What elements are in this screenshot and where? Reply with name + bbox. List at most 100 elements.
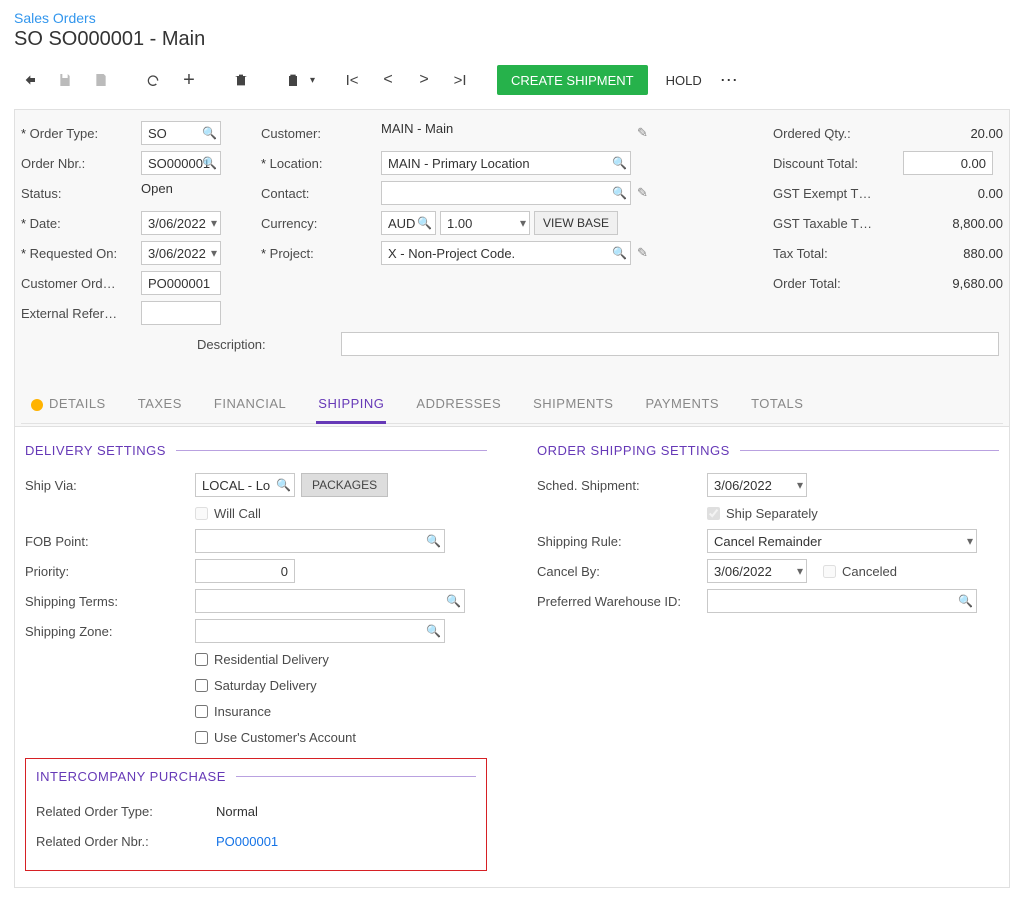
back-icon[interactable] (14, 66, 44, 94)
lookup-icon[interactable]: 🔍 (612, 246, 627, 260)
sched-ship-label: Sched. Shipment: (537, 478, 707, 493)
tab-addresses[interactable]: ADDRESSES (414, 386, 503, 423)
currency-rate-input[interactable] (440, 211, 530, 235)
lookup-icon[interactable]: 🔍 (958, 594, 973, 608)
caret-down-icon[interactable]: ▾ (520, 216, 526, 230)
lookup-icon[interactable]: 🔍 (426, 534, 441, 548)
priority-input[interactable] (195, 559, 295, 583)
edit-project-icon[interactable]: ✎ (631, 245, 654, 261)
tab-totals[interactable]: TOTALS (749, 386, 805, 423)
lookup-icon[interactable]: 🔍 (202, 156, 217, 170)
edit-contact-icon[interactable]: ✎ (631, 185, 654, 201)
more-actions[interactable]: ⋯ (720, 70, 740, 91)
fob-input[interactable] (195, 529, 445, 553)
order-type-label: Order Type: (21, 126, 141, 141)
related-nbr-link[interactable]: PO000001 (216, 834, 278, 849)
view-base-button[interactable]: VIEW BASE (534, 211, 618, 235)
tax-total-label: Tax Total: (773, 246, 903, 261)
hold-button[interactable]: HOLD (654, 65, 714, 95)
related-type-value: Normal (216, 804, 258, 819)
insurance-checkbox[interactable] (195, 705, 208, 718)
customer-label: Customer: (261, 126, 381, 141)
lookup-icon[interactable]: 🔍 (612, 156, 627, 170)
customer-ord-input[interactable] (141, 271, 221, 295)
delete-icon[interactable] (226, 66, 256, 94)
breadcrumb[interactable]: Sales Orders (14, 10, 1010, 26)
create-shipment-button[interactable]: CREATE SHIPMENT (497, 65, 648, 95)
order-nbr-label: Order Nbr.: (21, 156, 141, 171)
lookup-icon[interactable]: 🔍 (202, 126, 217, 140)
discount-total-label: Discount Total: (773, 156, 903, 171)
lookup-icon[interactable]: 🔍 (446, 594, 461, 608)
requested-on-label: Requested On: (21, 246, 141, 261)
contact-input[interactable] (381, 181, 631, 205)
lookup-icon[interactable]: 🔍 (276, 478, 291, 492)
prev-icon[interactable]: < (373, 66, 403, 94)
status-value: Open (141, 181, 179, 205)
clipboard-icon[interactable] (278, 66, 308, 94)
pref-wh-label: Preferred Warehouse ID: (537, 594, 707, 609)
ship-rule-input[interactable] (707, 529, 977, 553)
use-acct-checkbox[interactable] (195, 731, 208, 744)
saturday-checkbox[interactable] (195, 679, 208, 692)
saturday-label: Saturday Delivery (214, 678, 317, 693)
tab-details[interactable]: DETAILS (29, 386, 108, 423)
will-call-label: Will Call (214, 506, 261, 521)
cancel-by-input[interactable] (707, 559, 807, 583)
residential-label: Residential Delivery (214, 652, 329, 667)
lookup-icon[interactable]: 🔍 (612, 186, 627, 200)
edit-customer-icon[interactable]: ✎ (631, 125, 654, 141)
external-ref-input[interactable] (141, 301, 221, 325)
residential-checkbox[interactable] (195, 653, 208, 666)
last-icon[interactable]: >I (445, 66, 475, 94)
use-acct-label: Use Customer's Account (214, 730, 356, 745)
caret-down-icon[interactable]: ▾ (797, 564, 803, 578)
sched-ship-input[interactable] (707, 473, 807, 497)
caret-down-icon[interactable]: ▾ (797, 478, 803, 492)
ordered-qty-label: Ordered Qty.: (773, 126, 903, 141)
add-icon[interactable]: + (174, 66, 204, 94)
undo-icon[interactable] (138, 66, 168, 94)
canceled-label: Canceled (842, 564, 897, 579)
status-label: Status: (21, 186, 141, 201)
location-label: Location: (261, 156, 381, 171)
caret-down-icon[interactable]: ▾ (967, 534, 973, 548)
description-input[interactable] (341, 332, 999, 356)
tax-total-value: 880.00 (903, 246, 1003, 261)
order-ship-title: ORDER SHIPPING SETTINGS (537, 443, 999, 458)
project-label: Project: (261, 246, 381, 261)
contact-label: Contact: (261, 186, 381, 201)
gst-exempt-value: 0.00 (903, 186, 1003, 201)
customer-ord-label: Customer Ord… (21, 276, 141, 291)
ship-terms-input[interactable] (195, 589, 465, 613)
tab-shipping[interactable]: SHIPPING (316, 386, 386, 424)
ship-separately-checkbox (707, 507, 720, 520)
page-title: SO SO000001 - Main (14, 28, 1010, 51)
packages-button[interactable]: PACKAGES (301, 473, 388, 497)
first-icon[interactable]: I< (337, 66, 367, 94)
date-input[interactable] (141, 211, 221, 235)
discount-total-input[interactable] (903, 151, 993, 175)
clipboard-dropdown[interactable]: ▾ (278, 66, 315, 94)
tab-shipments[interactable]: SHIPMENTS (531, 386, 615, 423)
caret-down-icon[interactable]: ▾ (211, 246, 217, 260)
lookup-icon[interactable]: 🔍 (417, 216, 432, 230)
caret-down-icon[interactable]: ▾ (211, 216, 217, 230)
pref-wh-input[interactable] (707, 589, 977, 613)
caret-down-icon[interactable]: ▾ (310, 75, 315, 86)
toolbar: + ▾ I< < > >I CREATE SHIPMENT HOLD ⋯ (14, 61, 1010, 109)
tab-payments[interactable]: PAYMENTS (643, 386, 721, 423)
currency-label: Currency: (261, 216, 381, 231)
next-icon[interactable]: > (409, 66, 439, 94)
ship-zone-label: Shipping Zone: (25, 624, 195, 639)
project-input[interactable] (381, 241, 631, 265)
requested-on-input[interactable] (141, 241, 221, 265)
lookup-icon[interactable]: 🔍 (426, 624, 441, 638)
form-header: Order Type: 🔍 Order Nbr.: 🔍 Status: Open… (14, 109, 1010, 427)
tab-taxes[interactable]: TAXES (136, 386, 184, 423)
tab-financial[interactable]: FINANCIAL (212, 386, 288, 423)
ship-zone-input[interactable] (195, 619, 445, 643)
ordered-qty-value: 20.00 (903, 126, 1003, 141)
will-call-checkbox (195, 507, 208, 520)
location-input[interactable] (381, 151, 631, 175)
